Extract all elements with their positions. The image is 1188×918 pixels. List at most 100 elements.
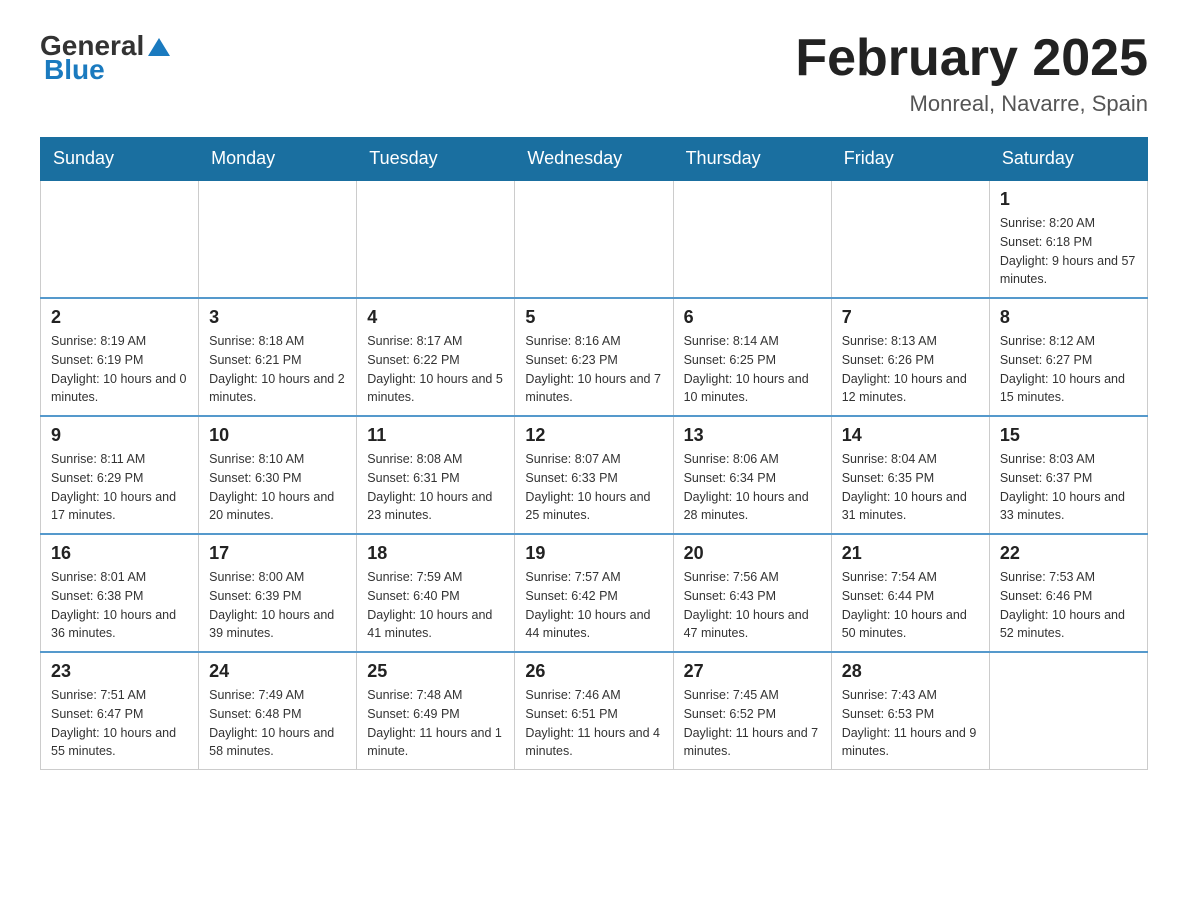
calendar-cell: 21Sunrise: 7:54 AM Sunset: 6:44 PM Dayli… bbox=[831, 534, 989, 652]
logo: General Blue bbox=[40, 30, 170, 86]
day-info: Sunrise: 7:51 AM Sunset: 6:47 PM Dayligh… bbox=[51, 686, 188, 761]
logo-blue-text: Blue bbox=[44, 54, 105, 86]
day-info: Sunrise: 8:12 AM Sunset: 6:27 PM Dayligh… bbox=[1000, 332, 1137, 407]
weekday-wednesday: Wednesday bbox=[515, 138, 673, 181]
calendar-cell: 10 Sunrise: 8:10 AM Sunset: 6:30 PM Dayli… bbox=[199, 416, 357, 534]
calendar-cell: 20 Sunrise: 7:56 AM Sunset: 6:43 PM Dayli… bbox=[673, 534, 831, 652]
day-number: 4 bbox=[367, 307, 504, 328]
weekday-header-row: SundayMondayTuesdayWednesdayThursdayFrid… bbox=[41, 138, 1148, 181]
day-number: 10 bbox=[209, 425, 346, 446]
day-number: 5 bbox=[525, 307, 662, 328]
day-number: 6 bbox=[684, 307, 821, 328]
day-info: Sunrise: 8:01 AM Sunset: 6:38 PM Dayligh… bbox=[51, 568, 188, 643]
day-info: Sunrise: 8:13 AM Sunset: 6:26 PM Dayligh… bbox=[842, 332, 979, 407]
day-info: Sunrise: 8:16 AM Sunset: 6:23 PM Dayligh… bbox=[525, 332, 662, 407]
day-number: 17 bbox=[209, 543, 346, 564]
weekday-sunday: Sunday bbox=[41, 138, 199, 181]
calendar-cell: 18Sunrise: 7:59 AM Sunset: 6:40 PM Dayli… bbox=[357, 534, 515, 652]
calendar-cell: 8Sunrise: 8:12 AM Sunset: 6:27 PM Daylig… bbox=[989, 298, 1147, 416]
calendar-cell bbox=[831, 180, 989, 298]
calendar-cell: 1Sunrise: 8:20 AM Sunset: 6:18 PM Daylig… bbox=[989, 180, 1147, 298]
day-info: Sunrise: 7:53 AM Sunset: 6:46 PM Dayligh… bbox=[1000, 568, 1137, 643]
day-info: Sunrise: 8:07 AM Sunset: 6:33 PM Dayligh… bbox=[525, 450, 662, 525]
calendar-cell: 28 Sunrise: 7:43 AM Sunset: 6:53 PM Dayli… bbox=[831, 652, 989, 770]
day-info: Sunrise: 7:45 AM Sunset: 6:52 PM Dayligh… bbox=[684, 686, 821, 761]
day-number: 23 bbox=[51, 661, 188, 682]
calendar-cell: 25Sunrise: 7:48 AM Sunset: 6:49 PM Dayli… bbox=[357, 652, 515, 770]
day-info: Sunrise: 8:14 AM Sunset: 6:25 PM Dayligh… bbox=[684, 332, 821, 407]
calendar-cell: 5 Sunrise: 8:16 AM Sunset: 6:23 PM Daylig… bbox=[515, 298, 673, 416]
day-info: Sunrise: 7:57 AM Sunset: 6:42 PM Dayligh… bbox=[525, 568, 662, 643]
day-info: Sunrise: 7:56 AM Sunset: 6:43 PM Dayligh… bbox=[684, 568, 821, 643]
day-info: Sunrise: 8:17 AM Sunset: 6:22 PM Dayligh… bbox=[367, 332, 504, 407]
day-info: Sunrise: 8:11 AM Sunset: 6:29 PM Dayligh… bbox=[51, 450, 188, 525]
calendar-cell: 12Sunrise: 8:07 AM Sunset: 6:33 PM Dayli… bbox=[515, 416, 673, 534]
calendar-cell: 26 Sunrise: 7:46 AM Sunset: 6:51 PM Dayli… bbox=[515, 652, 673, 770]
calendar-cell bbox=[989, 652, 1147, 770]
day-info: Sunrise: 8:04 AM Sunset: 6:35 PM Dayligh… bbox=[842, 450, 979, 525]
calendar-cell: 23 Sunrise: 7:51 AM Sunset: 6:47 PM Dayli… bbox=[41, 652, 199, 770]
calendar-body: 1Sunrise: 8:20 AM Sunset: 6:18 PM Daylig… bbox=[41, 180, 1148, 770]
day-info: Sunrise: 7:46 AM Sunset: 6:51 PM Dayligh… bbox=[525, 686, 662, 761]
calendar-cell: 3 Sunrise: 8:18 AM Sunset: 6:21 PM Daylig… bbox=[199, 298, 357, 416]
day-number: 2 bbox=[51, 307, 188, 328]
day-number: 19 bbox=[525, 543, 662, 564]
day-info: Sunrise: 7:54 AM Sunset: 6:44 PM Dayligh… bbox=[842, 568, 979, 643]
day-info: Sunrise: 8:10 AM Sunset: 6:30 PM Dayligh… bbox=[209, 450, 346, 525]
day-info: Sunrise: 7:43 AM Sunset: 6:53 PM Dayligh… bbox=[842, 686, 979, 761]
location-text: Monreal, Navarre, Spain bbox=[795, 91, 1148, 117]
calendar-cell bbox=[515, 180, 673, 298]
day-info: Sunrise: 8:03 AM Sunset: 6:37 PM Dayligh… bbox=[1000, 450, 1137, 525]
day-info: Sunrise: 8:19 AM Sunset: 6:19 PM Dayligh… bbox=[51, 332, 188, 407]
calendar-cell: 17 Sunrise: 8:00 AM Sunset: 6:39 PM Dayli… bbox=[199, 534, 357, 652]
day-number: 9 bbox=[51, 425, 188, 446]
day-number: 14 bbox=[842, 425, 979, 446]
title-section: February 2025 Monreal, Navarre, Spain bbox=[795, 30, 1148, 117]
calendar-week-row: 9 Sunrise: 8:11 AM Sunset: 6:29 PM Daylig… bbox=[41, 416, 1148, 534]
logo-arrow-icon bbox=[148, 36, 170, 58]
day-info: Sunrise: 8:08 AM Sunset: 6:31 PM Dayligh… bbox=[367, 450, 504, 525]
weekday-tuesday: Tuesday bbox=[357, 138, 515, 181]
calendar-week-row: 23 Sunrise: 7:51 AM Sunset: 6:47 PM Dayli… bbox=[41, 652, 1148, 770]
day-info: Sunrise: 8:18 AM Sunset: 6:21 PM Dayligh… bbox=[209, 332, 346, 407]
calendar-cell: 19 Sunrise: 7:57 AM Sunset: 6:42 PM Dayli… bbox=[515, 534, 673, 652]
calendar-cell: 13 Sunrise: 8:06 AM Sunset: 6:34 PM Dayli… bbox=[673, 416, 831, 534]
calendar-week-row: 16 Sunrise: 8:01 AM Sunset: 6:38 PM Dayli… bbox=[41, 534, 1148, 652]
day-number: 22 bbox=[1000, 543, 1137, 564]
day-number: 24 bbox=[209, 661, 346, 682]
day-number: 11 bbox=[367, 425, 504, 446]
calendar-week-row: 2 Sunrise: 8:19 AM Sunset: 6:19 PM Daylig… bbox=[41, 298, 1148, 416]
day-number: 27 bbox=[684, 661, 821, 682]
day-number: 18 bbox=[367, 543, 504, 564]
weekday-monday: Monday bbox=[199, 138, 357, 181]
day-number: 16 bbox=[51, 543, 188, 564]
weekday-saturday: Saturday bbox=[989, 138, 1147, 181]
day-number: 1 bbox=[1000, 189, 1137, 210]
day-number: 25 bbox=[367, 661, 504, 682]
day-number: 3 bbox=[209, 307, 346, 328]
calendar-cell: 22 Sunrise: 7:53 AM Sunset: 6:46 PM Dayli… bbox=[989, 534, 1147, 652]
calendar-cell bbox=[357, 180, 515, 298]
calendar-cell: 6 Sunrise: 8:14 AM Sunset: 6:25 PM Daylig… bbox=[673, 298, 831, 416]
day-number: 15 bbox=[1000, 425, 1137, 446]
calendar-cell: 27 Sunrise: 7:45 AM Sunset: 6:52 PM Dayli… bbox=[673, 652, 831, 770]
day-info: Sunrise: 8:00 AM Sunset: 6:39 PM Dayligh… bbox=[209, 568, 346, 643]
calendar-cell: 15 Sunrise: 8:03 AM Sunset: 6:37 PM Dayli… bbox=[989, 416, 1147, 534]
page-header: General Blue February 2025 Monreal, Nava… bbox=[40, 30, 1148, 117]
calendar-cell: 7Sunrise: 8:13 AM Sunset: 6:26 PM Daylig… bbox=[831, 298, 989, 416]
day-number: 13 bbox=[684, 425, 821, 446]
weekday-friday: Friday bbox=[831, 138, 989, 181]
calendar-cell bbox=[41, 180, 199, 298]
day-info: Sunrise: 7:49 AM Sunset: 6:48 PM Dayligh… bbox=[209, 686, 346, 761]
calendar-cell bbox=[673, 180, 831, 298]
calendar-cell: 11 Sunrise: 8:08 AM Sunset: 6:31 PM Dayli… bbox=[357, 416, 515, 534]
calendar-cell: 2 Sunrise: 8:19 AM Sunset: 6:19 PM Daylig… bbox=[41, 298, 199, 416]
day-info: Sunrise: 8:06 AM Sunset: 6:34 PM Dayligh… bbox=[684, 450, 821, 525]
calendar-cell: 14 Sunrise: 8:04 AM Sunset: 6:35 PM Dayli… bbox=[831, 416, 989, 534]
day-number: 28 bbox=[842, 661, 979, 682]
day-number: 20 bbox=[684, 543, 821, 564]
day-number: 26 bbox=[525, 661, 662, 682]
calendar-cell: 9 Sunrise: 8:11 AM Sunset: 6:29 PM Daylig… bbox=[41, 416, 199, 534]
calendar-cell bbox=[199, 180, 357, 298]
calendar-cell: 4 Sunrise: 8:17 AM Sunset: 6:22 PM Daylig… bbox=[357, 298, 515, 416]
